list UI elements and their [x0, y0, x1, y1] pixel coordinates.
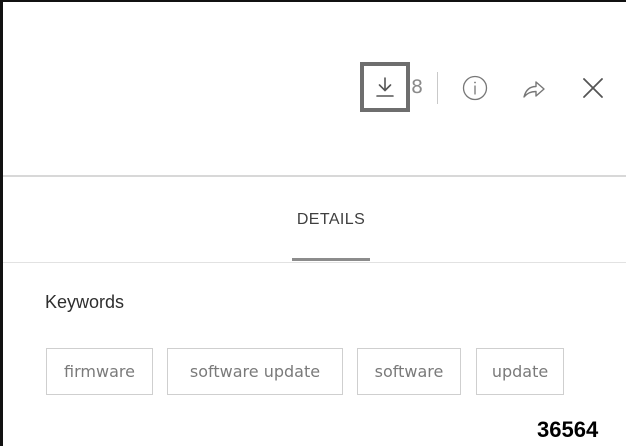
close-icon[interactable] [581, 76, 605, 100]
keyword-chip[interactable]: software [357, 348, 461, 395]
info-icon[interactable] [462, 75, 488, 101]
tab-active-indicator [292, 258, 370, 261]
keywords-heading: Keywords [45, 292, 125, 312]
tab-details[interactable]: DETAILS [273, 206, 389, 262]
figure-number: 36564 [537, 417, 599, 442]
download-count: 8 [411, 76, 424, 98]
header-divider [3, 175, 626, 177]
keyword-chip[interactable]: software update [167, 348, 343, 395]
download-icon[interactable] [375, 76, 395, 98]
download-highlight-box [360, 62, 410, 112]
keyword-chip[interactable]: firmware [46, 348, 153, 395]
tab-divider [3, 262, 626, 263]
tab-details-label: DETAILS [296, 211, 366, 228]
toolbar-divider [437, 72, 438, 104]
keyword-chip[interactable]: update [476, 348, 564, 395]
toolbar: 8 [0, 0, 626, 176]
share-icon[interactable] [522, 78, 546, 100]
